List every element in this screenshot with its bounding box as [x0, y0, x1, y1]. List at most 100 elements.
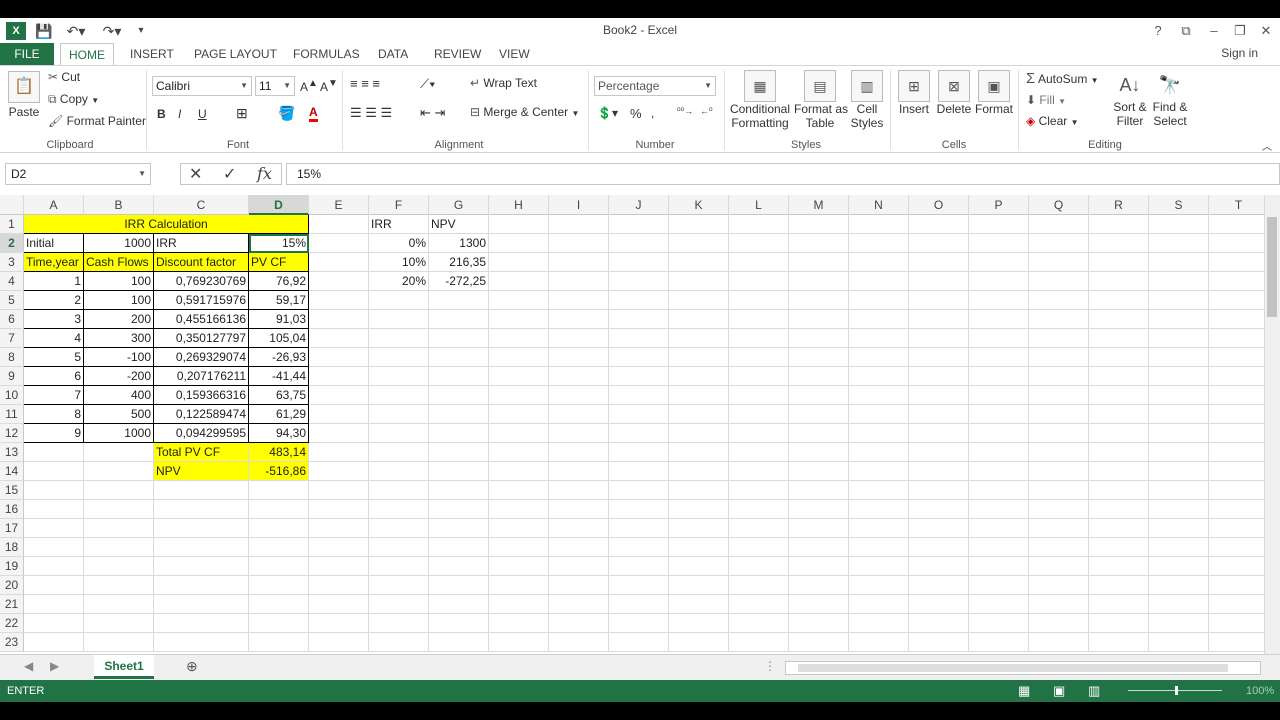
cell-g17[interactable]: [429, 519, 489, 538]
cell-r23[interactable]: [1089, 633, 1149, 652]
cell-b5[interactable]: 100: [84, 291, 154, 310]
cell-p18[interactable]: [969, 538, 1029, 557]
vertical-scrollbar[interactable]: [1264, 195, 1280, 671]
cell-e9[interactable]: [309, 367, 369, 386]
tab-insert[interactable]: INSERT: [122, 43, 182, 65]
cell-t20[interactable]: [1209, 576, 1264, 595]
cell-n11[interactable]: [849, 405, 909, 424]
cell-f16[interactable]: [369, 500, 429, 519]
cell-t15[interactable]: [1209, 481, 1264, 500]
column-header-r[interactable]: R: [1089, 195, 1149, 215]
row-header-7[interactable]: 7: [0, 329, 24, 348]
cell-g13[interactable]: [429, 443, 489, 462]
row-header-16[interactable]: 16: [0, 500, 24, 519]
cell-i12[interactable]: [549, 424, 609, 443]
row-header-1[interactable]: 1: [0, 215, 24, 234]
cell-r9[interactable]: [1089, 367, 1149, 386]
cell-t2[interactable]: [1209, 234, 1264, 253]
cell-b3[interactable]: Cash Flows: [84, 253, 154, 272]
decrease-decimal-icon[interactable]: ←⁰: [700, 106, 713, 117]
cell-r2[interactable]: [1089, 234, 1149, 253]
cell-j20[interactable]: [609, 576, 669, 595]
cell-n19[interactable]: [849, 557, 909, 576]
cell-m22[interactable]: [789, 614, 849, 633]
cell-r7[interactable]: [1089, 329, 1149, 348]
cell-k5[interactable]: [669, 291, 729, 310]
cell-m15[interactable]: [789, 481, 849, 500]
cell-d9[interactable]: -41,44: [249, 367, 309, 386]
cell-s19[interactable]: [1149, 557, 1209, 576]
cell-o15[interactable]: [909, 481, 969, 500]
cell-m14[interactable]: [789, 462, 849, 481]
cell-j8[interactable]: [609, 348, 669, 367]
cell-e6[interactable]: [309, 310, 369, 329]
cell-c18[interactable]: [154, 538, 249, 557]
cell-d17[interactable]: [249, 519, 309, 538]
cell-h15[interactable]: [489, 481, 549, 500]
cell-q15[interactable]: [1029, 481, 1089, 500]
cell-s11[interactable]: [1149, 405, 1209, 424]
cell-q1[interactable]: [1029, 215, 1089, 234]
cell-c2[interactable]: IRR: [154, 234, 249, 253]
cell-b11[interactable]: 500: [84, 405, 154, 424]
column-header-b[interactable]: B: [84, 195, 154, 215]
cell-s4[interactable]: [1149, 272, 1209, 291]
cell-l20[interactable]: [729, 576, 789, 595]
cell-o2[interactable]: [909, 234, 969, 253]
cell-m4[interactable]: [789, 272, 849, 291]
font-size-select[interactable]: 11 ▼: [255, 76, 295, 96]
cell-e13[interactable]: [309, 443, 369, 462]
cell-b12[interactable]: 1000: [84, 424, 154, 443]
cell-g16[interactable]: [429, 500, 489, 519]
cell-j21[interactable]: [609, 595, 669, 614]
cell-h3[interactable]: [489, 253, 549, 272]
cell-n5[interactable]: [849, 291, 909, 310]
sign-in-link[interactable]: Sign in: [1221, 46, 1258, 60]
cell-j23[interactable]: [609, 633, 669, 652]
cell-b14[interactable]: [84, 462, 154, 481]
cell-q6[interactable]: [1029, 310, 1089, 329]
cell-s18[interactable]: [1149, 538, 1209, 557]
cell-n12[interactable]: [849, 424, 909, 443]
cell-n7[interactable]: [849, 329, 909, 348]
cell-l10[interactable]: [729, 386, 789, 405]
cell-k18[interactable]: [669, 538, 729, 557]
cell-b9[interactable]: -200: [84, 367, 154, 386]
cell-l6[interactable]: [729, 310, 789, 329]
sort-filter-button[interactable]: A↓ Sort & Filter: [1110, 70, 1150, 128]
cell-n16[interactable]: [849, 500, 909, 519]
cell-h1[interactable]: [489, 215, 549, 234]
cell-i11[interactable]: [549, 405, 609, 424]
cell-q10[interactable]: [1029, 386, 1089, 405]
borders-icon[interactable]: ⊞: [236, 105, 248, 122]
cell-t23[interactable]: [1209, 633, 1264, 652]
cell-k10[interactable]: [669, 386, 729, 405]
cell-k3[interactable]: [669, 253, 729, 272]
cell-m21[interactable]: [789, 595, 849, 614]
row-header-4[interactable]: 4: [0, 272, 24, 291]
cell-k22[interactable]: [669, 614, 729, 633]
scroll-thumb[interactable]: [1267, 217, 1277, 317]
cell-l5[interactable]: [729, 291, 789, 310]
cell-q12[interactable]: [1029, 424, 1089, 443]
cell-m18[interactable]: [789, 538, 849, 557]
cell-m16[interactable]: [789, 500, 849, 519]
cell-s10[interactable]: [1149, 386, 1209, 405]
cell-o18[interactable]: [909, 538, 969, 557]
cell-b22[interactable]: [84, 614, 154, 633]
cell-o6[interactable]: [909, 310, 969, 329]
cell-d16[interactable]: [249, 500, 309, 519]
cell-t19[interactable]: [1209, 557, 1264, 576]
cell-p5[interactable]: [969, 291, 1029, 310]
cell-n14[interactable]: [849, 462, 909, 481]
cell-e21[interactable]: [309, 595, 369, 614]
cell-c12[interactable]: 0,094299595: [154, 424, 249, 443]
cell-l1[interactable]: [729, 215, 789, 234]
cell-s6[interactable]: [1149, 310, 1209, 329]
cell-k1[interactable]: [669, 215, 729, 234]
close-button[interactable]: ✕: [1252, 21, 1280, 41]
cell-j2[interactable]: [609, 234, 669, 253]
cell-h12[interactable]: [489, 424, 549, 443]
cell-f23[interactable]: [369, 633, 429, 652]
cell-h14[interactable]: [489, 462, 549, 481]
